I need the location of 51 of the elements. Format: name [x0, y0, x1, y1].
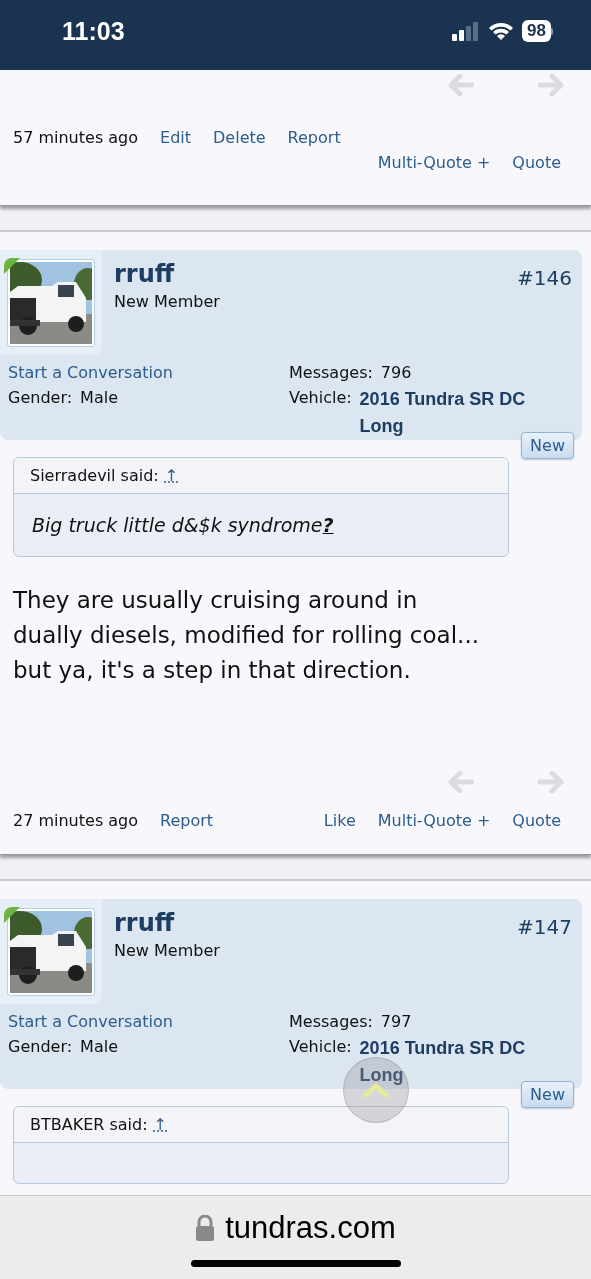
new-badge: New	[521, 1081, 574, 1108]
quote-author: BTBAKER said:	[30, 1115, 148, 1134]
signal-icon	[452, 21, 481, 41]
member-title: New Member	[114, 292, 221, 311]
gender-value: Male	[80, 388, 118, 407]
jump-to-quote-link[interactable]: ↑	[164, 466, 179, 485]
messages-count: 797	[380, 1012, 412, 1031]
jump-to-quote-link[interactable]: ↑	[153, 1115, 167, 1134]
chevron-up-icon	[363, 1083, 389, 1097]
url-address[interactable]: tundras.com	[225, 1210, 396, 1246]
new-badge: New	[521, 432, 574, 459]
battery-icon: 98	[522, 20, 553, 42]
member-title: New Member	[114, 941, 221, 960]
vehicle-label: Vehicle:	[289, 388, 352, 407]
username-link[interactable]: rruff	[114, 260, 175, 288]
quote-text: Big truck little d&$k syndrome?	[31, 513, 335, 538]
start-conversation-link[interactable]: Start a Conversation	[8, 363, 289, 382]
post-action-link[interactable]: Delete	[213, 128, 266, 147]
username-link[interactable]: rruff	[114, 909, 175, 937]
post-text: They are usually cruising around in dually diesels, modified for rolling coal... but ya, it's a step in that direction.	[12, 586, 480, 685]
vehicle-label: Vehicle:	[289, 1037, 352, 1056]
post-number-link[interactable]: #146	[517, 258, 582, 290]
post-action-link[interactable]: Edit	[160, 128, 192, 147]
post-action-link[interactable]: Report	[160, 811, 214, 830]
arrow-left-icon[interactable]	[448, 74, 474, 96]
post-action-link[interactable]: Like	[323, 811, 356, 830]
lock-icon	[195, 1215, 216, 1241]
clock-time: 11:03	[62, 16, 126, 46]
gender-label: Gender:	[8, 388, 73, 407]
post-action-link[interactable]: Multi-Quote +	[377, 811, 491, 830]
post-time: 27 minutes ago	[13, 811, 139, 830]
gender-label: Gender:	[8, 1037, 73, 1056]
messages-label: Messages:	[289, 363, 373, 382]
arrow-right-icon[interactable]	[538, 74, 564, 96]
corner-ribbon-icon	[4, 258, 20, 274]
home-indicator[interactable]	[190, 1260, 401, 1267]
gender-value: Male	[80, 1037, 118, 1056]
start-conversation-link[interactable]: Start a Conversation	[8, 1012, 289, 1031]
arrow-right-icon[interactable]	[538, 771, 564, 793]
corner-ribbon-icon	[4, 907, 20, 923]
post-action-link[interactable]: Report	[287, 128, 341, 147]
post-number-link[interactable]: #147	[517, 907, 582, 939]
post-action-link[interactable]: Quote	[512, 811, 561, 830]
messages-count: 796	[380, 363, 412, 382]
messages-label: Messages:	[289, 1012, 373, 1031]
quote-author: Sierradevil said:	[30, 466, 159, 485]
post-action-link[interactable]: Quote	[512, 153, 561, 172]
post-time: 57 minutes ago	[13, 128, 139, 147]
arrow-left-icon[interactable]	[448, 771, 474, 793]
post-action-link[interactable]: Multi-Quote +	[377, 153, 491, 172]
wifi-icon	[488, 21, 515, 41]
